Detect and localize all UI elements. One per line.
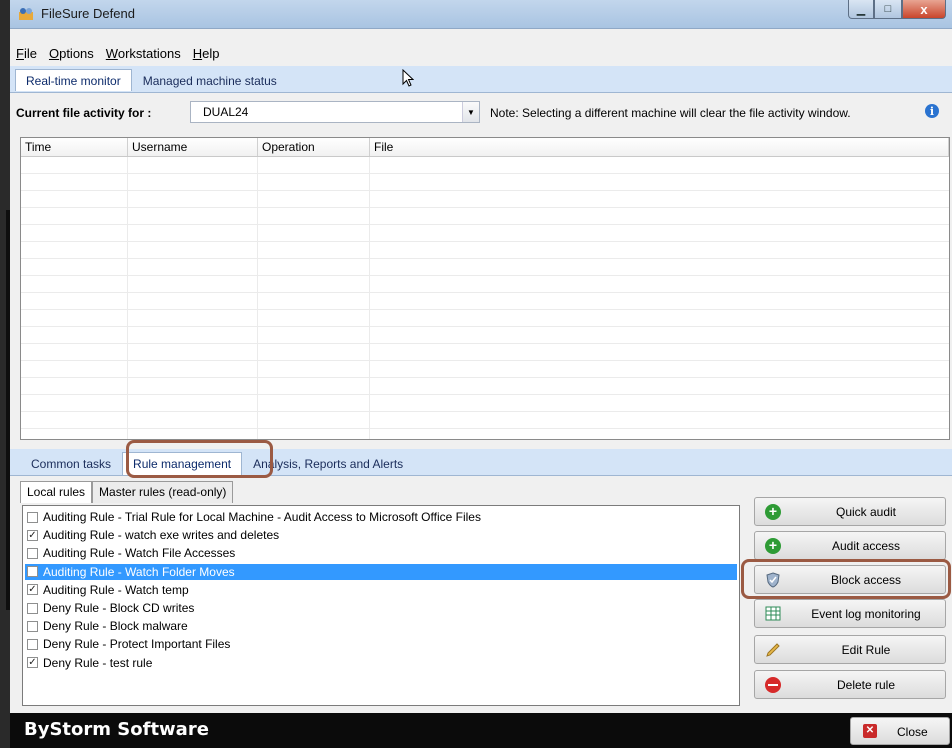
top-tabs: Real-time monitor Managed machine status — [15, 69, 288, 91]
maximize-icon: □ — [884, 3, 892, 15]
rule-list-item[interactable]: Auditing Rule - Watch Folder Moves — [25, 563, 737, 580]
event-log-monitoring-button[interactable]: Event log monitoring — [754, 599, 946, 628]
menu-help[interactable]: Help — [187, 44, 226, 64]
tab-master-rules[interactable]: Master rules (read-only) — [92, 481, 234, 503]
dropdown-arrow-icon[interactable]: ▼ — [462, 102, 479, 122]
column-header-operation[interactable]: Operation — [258, 138, 370, 156]
rule-label: Auditing Rule - Trial Rule for Local Mac… — [43, 510, 481, 524]
rule-label: Deny Rule - Block malware — [43, 619, 188, 634]
rule-list-item[interactable]: Auditing Rule - Watch File Accesses — [25, 545, 737, 561]
rule-label: Deny Rule - Protect Important Files — [43, 637, 231, 652]
delete-rule-button[interactable]: Delete rule — [754, 670, 946, 699]
window-title: FileSure Defend — [41, 6, 135, 21]
rule-list-item[interactable]: ✓ Deny Rule - test rule — [25, 655, 737, 671]
rule-list-item[interactable]: ✓ Auditing Rule - watch exe writes and de… — [25, 527, 737, 543]
pencil-icon — [765, 642, 781, 658]
column-divider — [369, 157, 370, 439]
window-controls: ▁ □ x — [848, 0, 946, 20]
rule-list-item[interactable]: Auditing Rule - Trial Rule for Local Mac… — [25, 509, 737, 525]
rule-label: Auditing Rule - watch exe writes and del… — [43, 528, 280, 543]
menu-options[interactable]: Options — [43, 44, 100, 64]
rule-tabs: Local rules Master rules (read-only) — [20, 481, 234, 503]
column-divider — [257, 157, 258, 439]
rule-list-item[interactable]: Deny Rule - Block malware — [25, 618, 737, 634]
rule-checkbox[interactable] — [27, 547, 38, 559]
menu-bar: File Options Workstations Help — [10, 44, 225, 64]
brand-logo: ByStorm Software — [24, 719, 209, 740]
grid-empty-rows — [21, 157, 949, 439]
rule-label: Auditing Rule - Watch Folder Moves — [43, 564, 235, 579]
info-icon[interactable]: i — [925, 104, 939, 118]
close-icon: x — [920, 1, 928, 17]
plus-circle-icon: + — [765, 504, 781, 520]
rule-label: Deny Rule - Block CD writes — [43, 601, 195, 615]
grid-header: Time Username Operation File — [21, 138, 949, 157]
rule-checkbox[interactable] — [27, 511, 38, 523]
close-button[interactable]: ✕ Close — [850, 717, 950, 745]
rules-list[interactable]: Auditing Rule - Trial Rule for Local Mac… — [22, 505, 740, 706]
filter-note: Note: Selecting a different machine will… — [490, 106, 851, 120]
rule-checkbox[interactable] — [27, 602, 38, 614]
rule-checkbox[interactable] — [27, 638, 38, 650]
plus-circle-icon: + — [765, 538, 781, 554]
quick-audit-button[interactable]: + Quick audit — [754, 497, 946, 526]
rule-checkbox[interactable] — [27, 566, 38, 578]
title-bar: FileSure Defend ▁ □ x — [10, 0, 952, 29]
machine-select-value: DUAL24 — [203, 105, 249, 119]
rule-list-item[interactable]: ✓ Auditing Rule - Watch temp — [25, 582, 737, 598]
tab-common-tasks[interactable]: Common tasks — [20, 452, 122, 475]
rule-label: Auditing Rule - Watch temp — [43, 582, 189, 597]
highlight-outline-rule-management — [126, 440, 273, 478]
app-icon — [18, 7, 34, 21]
column-header-time[interactable]: Time — [21, 138, 128, 156]
app-window: FileSure Defend ▁ □ x File Options Works… — [10, 0, 952, 748]
minimize-button[interactable]: ▁ — [848, 0, 874, 19]
spreadsheet-icon — [765, 606, 781, 622]
close-window-button[interactable]: x — [902, 0, 946, 19]
column-header-file[interactable]: File — [370, 138, 949, 156]
highlight-outline-block-access — [741, 559, 951, 599]
tab-managed-machine-status[interactable]: Managed machine status — [132, 69, 288, 91]
footer-bar: ByStorm Software — [10, 713, 952, 748]
rule-list-item[interactable]: Deny Rule - Protect Important Files — [25, 636, 737, 652]
rule-checkbox[interactable] — [27, 620, 38, 632]
audit-access-button[interactable]: + Audit access — [754, 531, 946, 560]
column-divider — [127, 157, 128, 439]
background-edge — [0, 0, 10, 748]
machine-select[interactable]: DUAL24 ▼ — [190, 101, 480, 123]
rule-checkbox-checked[interactable]: ✓ — [27, 529, 38, 541]
menu-file[interactable]: File — [10, 44, 43, 64]
tab-real-time-monitor[interactable]: Real-time monitor — [15, 69, 132, 91]
filter-label: Current file activity for : — [16, 106, 152, 120]
minus-circle-icon — [765, 677, 781, 693]
menu-workstations[interactable]: Workstations — [100, 44, 187, 64]
rule-checkbox-checked[interactable]: ✓ — [27, 657, 38, 669]
rule-checkbox-checked[interactable]: ✓ — [27, 584, 38, 596]
tab-local-rules[interactable]: Local rules — [20, 481, 93, 503]
filter-row: Current file activity for : DUAL24 ▼ Not… — [10, 94, 952, 132]
column-header-username[interactable]: Username — [128, 138, 258, 156]
maximize-button[interactable]: □ — [874, 0, 902, 19]
rule-list-item[interactable]: Deny Rule - Block CD writes — [25, 600, 737, 616]
mouse-cursor-icon — [402, 68, 415, 87]
minimize-icon: ▁ — [856, 3, 866, 16]
edit-rule-button[interactable]: Edit Rule — [754, 635, 946, 664]
close-x-icon: ✕ — [863, 724, 877, 738]
rule-label: Deny Rule - test rule — [43, 655, 153, 670]
rule-label: Auditing Rule - Watch File Accesses — [43, 546, 236, 561]
file-activity-grid[interactable]: Time Username Operation File — [20, 137, 950, 440]
